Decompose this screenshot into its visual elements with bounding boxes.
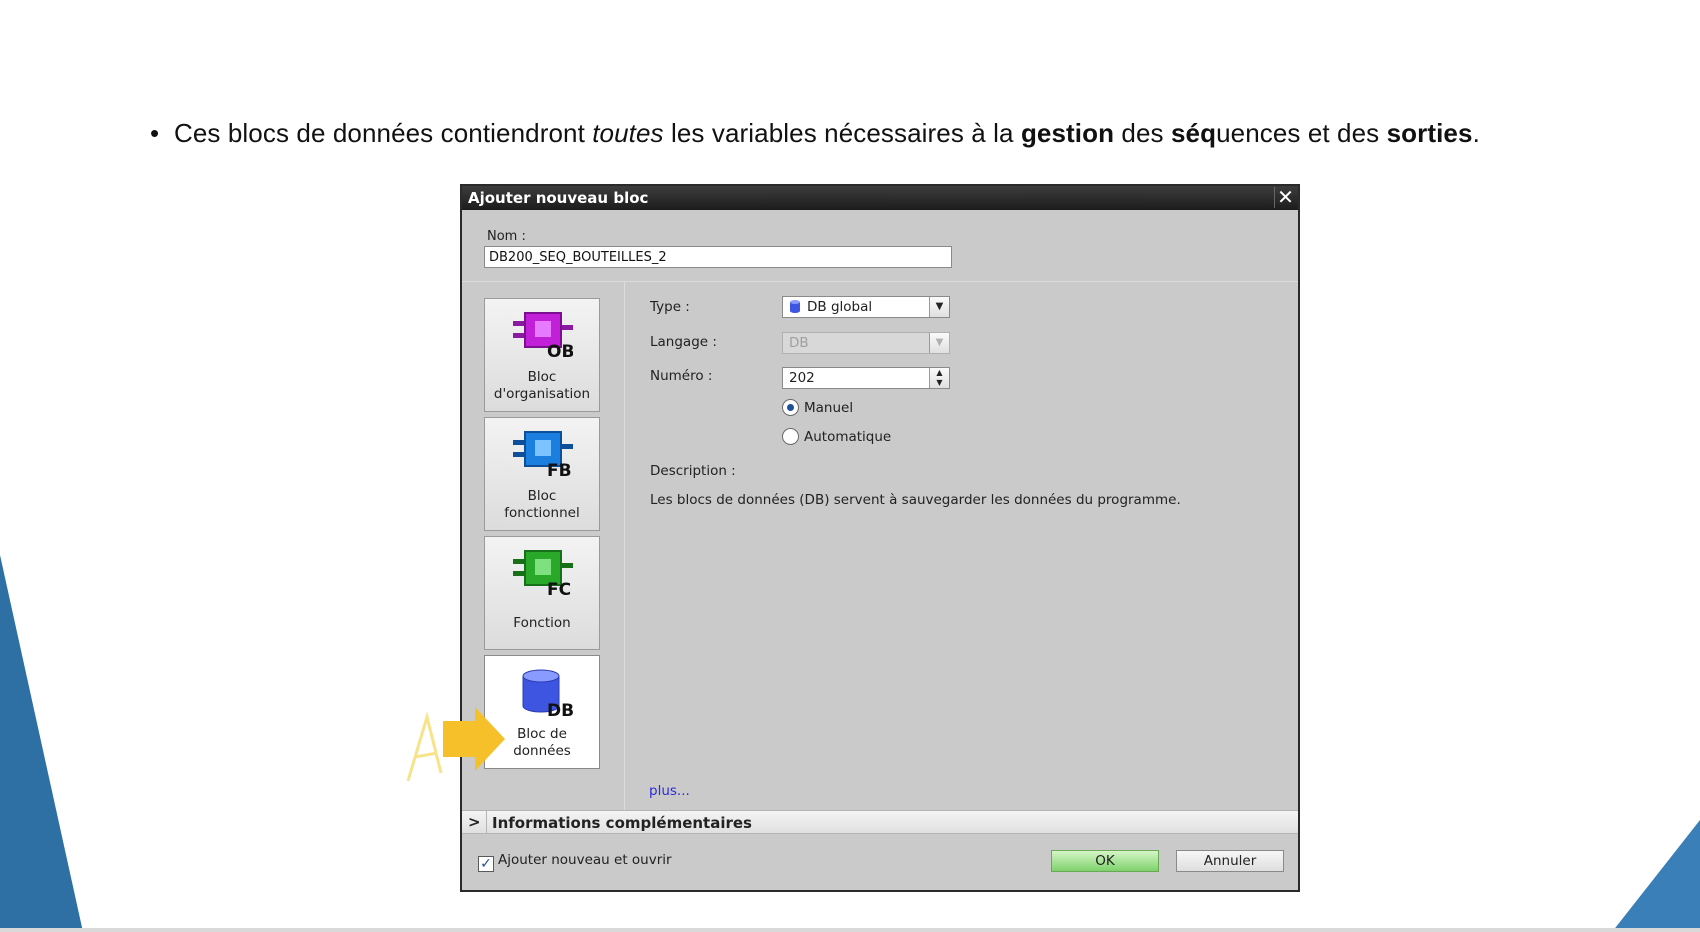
close-icon[interactable]: ✕ [1274, 187, 1296, 208]
block-type-ob-button[interactable]: OB Bloc d'organisation [484, 298, 600, 412]
additional-info-label: Informations complémentaires [492, 814, 752, 832]
bullet-dot: • [150, 118, 160, 148]
add-and-open-label: Ajouter nouveau et ouvrir [498, 852, 672, 868]
automatic-radio[interactable]: Automatique [782, 428, 891, 445]
db-block-icon: DB [522, 669, 573, 718]
chevron-right-icon[interactable]: > [468, 813, 481, 831]
chevron-down-icon: ▼ [929, 333, 949, 353]
bullet-text: • Ces blocs de données contiendront toute… [150, 118, 1480, 148]
svg-text:FB: FB [547, 461, 572, 480]
stepper-arrows[interactable]: ▲ ▼ [929, 368, 949, 388]
name-input[interactable] [484, 246, 952, 268]
right-corner-shape [1612, 820, 1700, 932]
fb-block-icon: FB [513, 431, 573, 480]
ob-block-icon: OB [513, 312, 573, 361]
arrow-up-icon[interactable]: ▲ [930, 368, 949, 378]
additional-info-bar[interactable]: > Informations complémentaires [462, 810, 1298, 834]
description-label: Description : [650, 463, 736, 479]
language-label: Langage : [650, 334, 717, 350]
type-select[interactable]: DB global ▼ [782, 296, 950, 318]
block-type-fb-button[interactable]: FB Bloc fonctionnel [484, 417, 600, 531]
radio-button[interactable] [782, 428, 799, 445]
more-link[interactable]: plus... [649, 783, 690, 799]
radio-button-checked[interactable] [782, 399, 799, 416]
chevron-down-icon[interactable]: ▼ [929, 297, 949, 317]
description-text: Les blocs de données (DB) servent à sauv… [650, 492, 1181, 508]
svg-text:DB: DB [547, 701, 573, 718]
pointer-arrow-icon [406, 707, 505, 782]
db-icon [790, 300, 800, 313]
number-label: Numéro : [650, 368, 713, 384]
divider [462, 281, 1298, 282]
dialog-titlebar[interactable]: Ajouter nouveau bloc ✕ [462, 186, 1298, 210]
add-block-dialog: Ajouter nouveau bloc ✕ Nom : OB Bloc d'o… [460, 184, 1300, 892]
checkbox-checked-icon[interactable]: ✓ [478, 856, 494, 872]
type-label: Type : [650, 299, 690, 315]
left-corner-shape [0, 555, 83, 932]
divider [624, 282, 625, 810]
ok-button[interactable]: OK [1051, 850, 1159, 872]
arrow-down-icon[interactable]: ▼ [930, 378, 949, 388]
dialog-title: Ajouter nouveau bloc [468, 189, 649, 207]
cancel-button[interactable]: Annuler [1176, 850, 1284, 872]
block-type-fc-button[interactable]: FC Fonction [484, 536, 600, 650]
language-select: DB ▼ [782, 332, 950, 354]
fc-block-icon: FC [513, 550, 573, 599]
block-type-fc-label: Fonction [513, 615, 571, 631]
number-stepper[interactable]: 202 ▲ ▼ [782, 367, 950, 389]
name-label: Nom : [487, 229, 526, 244]
svg-text:OB: OB [547, 342, 573, 361]
divider [486, 811, 487, 833]
slide-bottom-line [0, 928, 1700, 932]
manual-radio[interactable]: Manuel [782, 399, 853, 416]
add-and-open-checkbox-row[interactable]: ✓ Ajouter nouveau et ouvrir [478, 852, 672, 872]
block-type-fb-label: Bloc fonctionnel [504, 488, 580, 521]
svg-text:FC: FC [547, 580, 571, 599]
block-type-ob-label: Bloc d'organisation [493, 369, 591, 402]
